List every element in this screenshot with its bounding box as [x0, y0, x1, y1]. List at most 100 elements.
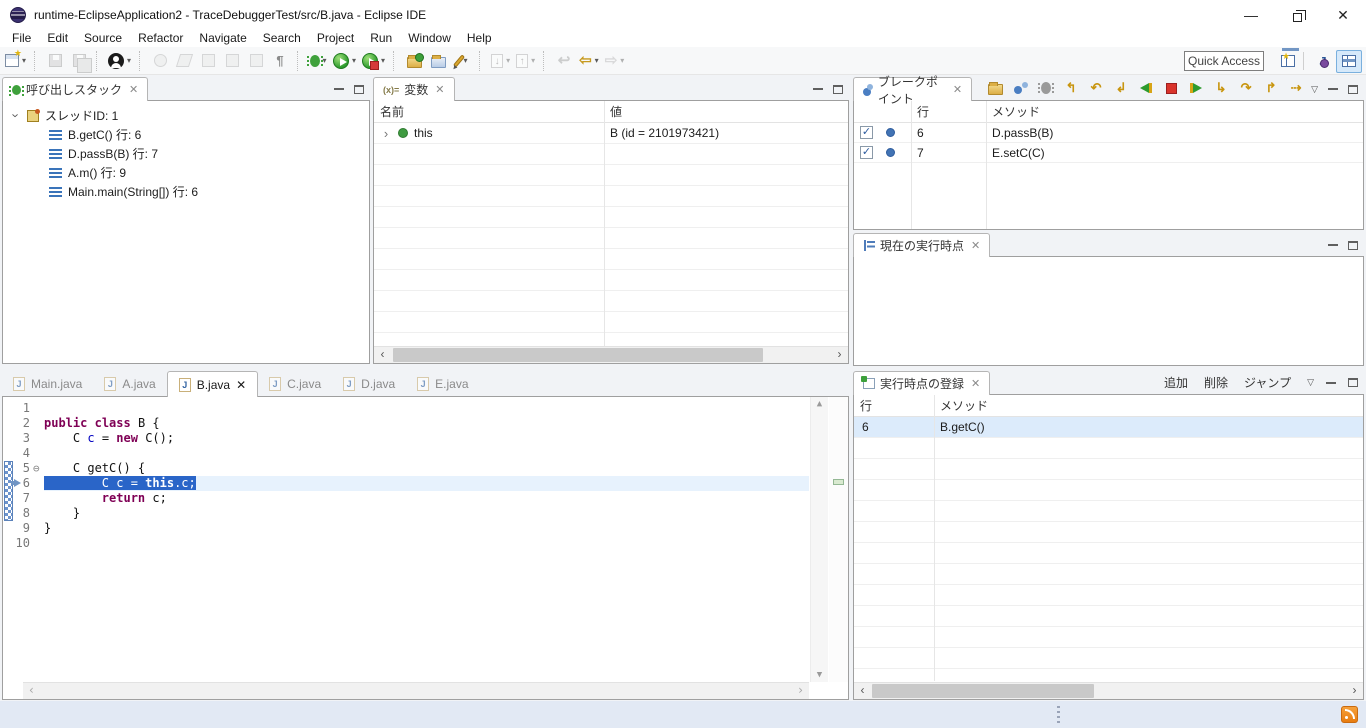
run-external-button[interactable]: ▾ — [360, 49, 387, 73]
bp-skip-all-button[interactable] — [1012, 79, 1030, 97]
minimize-icon[interactable] — [1328, 88, 1338, 97]
step-back-return-button[interactable]: ↲ — [1112, 79, 1130, 97]
stack-frame-row[interactable]: B.getC() 行: 6 — [3, 125, 369, 144]
column-header-method[interactable]: メソッド — [986, 103, 1040, 120]
code-line[interactable]: 3 C c = new C(); — [3, 431, 809, 446]
tab-breakpoints[interactable]: ブレークポイント ✕ — [853, 77, 972, 101]
code-line[interactable]: 8 } — [3, 506, 809, 521]
maximize-icon[interactable] — [1348, 378, 1358, 387]
debug-tool-d-button[interactable] — [221, 49, 243, 73]
bp-folder-button[interactable] — [986, 79, 1005, 97]
step-over-button[interactable]: ↷ — [1237, 79, 1255, 97]
delete-button[interactable]: 削除 — [1204, 374, 1228, 391]
run-to-line-button[interactable]: ⇢ — [1287, 79, 1305, 97]
maximize-icon[interactable] — [354, 85, 364, 94]
column-header-method[interactable]: メソッド — [934, 397, 988, 414]
user-account-button[interactable]: ▾ — [106, 49, 133, 73]
debug-tool-e-button[interactable] — [245, 49, 267, 73]
fold-marker-icon[interactable]: ⊖ — [33, 461, 44, 476]
dropdown-arrow-icon[interactable]: ▾ — [22, 56, 26, 65]
maximize-icon[interactable] — [833, 85, 843, 94]
window-close-button[interactable]: ✕ — [1320, 0, 1366, 30]
debug-button[interactable]: ▾ — [307, 49, 329, 73]
forward-resume-button[interactable] — [1187, 79, 1205, 97]
show-whitespace-button[interactable]: ¶ — [269, 49, 291, 73]
menu-window[interactable]: Window — [400, 30, 459, 47]
dropdown-arrow-icon[interactable]: ▾ — [323, 56, 327, 65]
menu-project[interactable]: Project — [309, 30, 362, 47]
dropdown-arrow-icon[interactable]: ▾ — [381, 56, 385, 65]
step-back-over-button[interactable]: ↶ — [1087, 79, 1105, 97]
open-task-button[interactable] — [427, 49, 449, 73]
minimize-icon[interactable] — [1328, 244, 1338, 253]
bp-trace-button[interactable] — [1037, 79, 1055, 97]
prev-annotation-button[interactable]: ↑▾ — [514, 49, 537, 73]
forward-button[interactable]: ⇨▾ — [603, 49, 627, 73]
overview-ruler[interactable] — [829, 397, 848, 682]
minimize-icon[interactable] — [1326, 382, 1336, 391]
quick-access-box[interactable]: Quick Access — [1184, 51, 1264, 71]
backward-resume-button[interactable] — [1137, 79, 1155, 97]
code-line[interactable]: 6 C c = this.c; — [3, 476, 809, 491]
thread-row[interactable]: ›スレッドID: 1 — [3, 106, 369, 125]
expand-icon[interactable]: › — [380, 126, 392, 141]
scroll-left-icon[interactable]: ‹ — [374, 347, 391, 363]
jump-button[interactable]: ジャンプ — [1244, 374, 1291, 391]
close-icon[interactable]: ✕ — [435, 83, 444, 96]
scroll-right-icon[interactable]: › — [831, 347, 848, 363]
dropdown-arrow-icon[interactable]: ▾ — [127, 56, 131, 65]
code-line[interactable]: 10 — [3, 536, 809, 551]
java-perspective-button[interactable]: J — [1310, 50, 1336, 73]
stack-frame-row[interactable]: D.passB(B) 行: 7 — [3, 144, 369, 163]
scroll-down-icon[interactable]: ▼ — [811, 670, 828, 680]
checkbox[interactable]: ✓ — [860, 126, 873, 139]
window-restore-button[interactable] — [1274, 0, 1320, 30]
occurrence-marker[interactable] — [833, 479, 844, 485]
editor-tab-ejava[interactable]: JE.java — [406, 371, 479, 397]
editor-hscrollbar[interactable]: ‹ › — [23, 682, 809, 699]
menu-source[interactable]: Source — [76, 30, 130, 47]
minimize-icon[interactable] — [334, 88, 344, 97]
next-annotation-button[interactable]: ↓▾ — [489, 49, 512, 73]
step-back-into-button[interactable]: ↰ — [1062, 79, 1080, 97]
editor-tab-bjava[interactable]: JB.java✕ — [167, 371, 258, 397]
scroll-up-icon[interactable]: ▲ — [811, 399, 828, 409]
menu-refactor[interactable]: Refactor — [130, 30, 191, 47]
scroll-right-icon[interactable]: › — [1346, 683, 1363, 699]
column-divider[interactable] — [986, 101, 987, 229]
tab-exec-points[interactable]: 実行時点の登録 ✕ — [853, 371, 990, 395]
tab-current-exec[interactable]: 現在の実行時点 ✕ — [853, 233, 990, 257]
close-icon[interactable]: ✕ — [236, 378, 246, 392]
dropdown-arrow-icon[interactable]: ▾ — [352, 56, 356, 65]
code-line[interactable]: 9} — [3, 521, 809, 536]
scroll-thumb[interactable] — [393, 348, 763, 362]
menu-search[interactable]: Search — [255, 30, 309, 47]
column-divider[interactable] — [604, 101, 605, 346]
scroll-right-icon[interactable]: › — [792, 683, 809, 699]
dropdown-arrow-icon[interactable]: ▾ — [620, 56, 624, 65]
dropdown-arrow-icon[interactable]: ▾ — [595, 56, 599, 65]
minimize-icon[interactable] — [813, 88, 823, 97]
editor-tab-mainjava[interactable]: JMain.java — [2, 371, 93, 397]
breakpoint-row[interactable]: ✓7E.setC(C) — [854, 143, 1363, 163]
editor-body[interactable]: 12public class B {3 C c = new C();45⊖ C … — [2, 396, 849, 700]
scroll-left-icon[interactable]: ‹ — [23, 683, 40, 699]
code-line[interactable]: 4 — [3, 446, 809, 461]
exec-points-hscrollbar[interactable]: ‹ › — [854, 682, 1363, 699]
tab-variables[interactable]: (x)= 変数 ✕ — [373, 77, 455, 101]
window-minimize-button[interactable]: — — [1228, 0, 1274, 30]
editor-tab-ajava[interactable]: JA.java — [93, 371, 166, 397]
menu-edit[interactable]: Edit — [39, 30, 76, 47]
menu-file[interactable]: File — [4, 30, 39, 47]
news-feed-icon[interactable] — [1341, 706, 1358, 723]
close-icon[interactable]: ✕ — [971, 239, 980, 252]
maximize-icon[interactable] — [1348, 241, 1358, 250]
save-all-button[interactable] — [68, 49, 90, 73]
debug-tool-c-button[interactable] — [197, 49, 219, 73]
menu-navigate[interactable]: Navigate — [191, 30, 254, 47]
exec-point-row[interactable]: 6B.getC() — [854, 417, 1363, 438]
tab-call-stack[interactable]: 呼び出しスタック ✕ — [2, 77, 148, 101]
step-into-button[interactable]: ↳ — [1212, 79, 1230, 97]
new-wizard-button[interactable]: ▾ — [3, 49, 28, 73]
code-line[interactable]: 7 return c; — [3, 491, 809, 506]
